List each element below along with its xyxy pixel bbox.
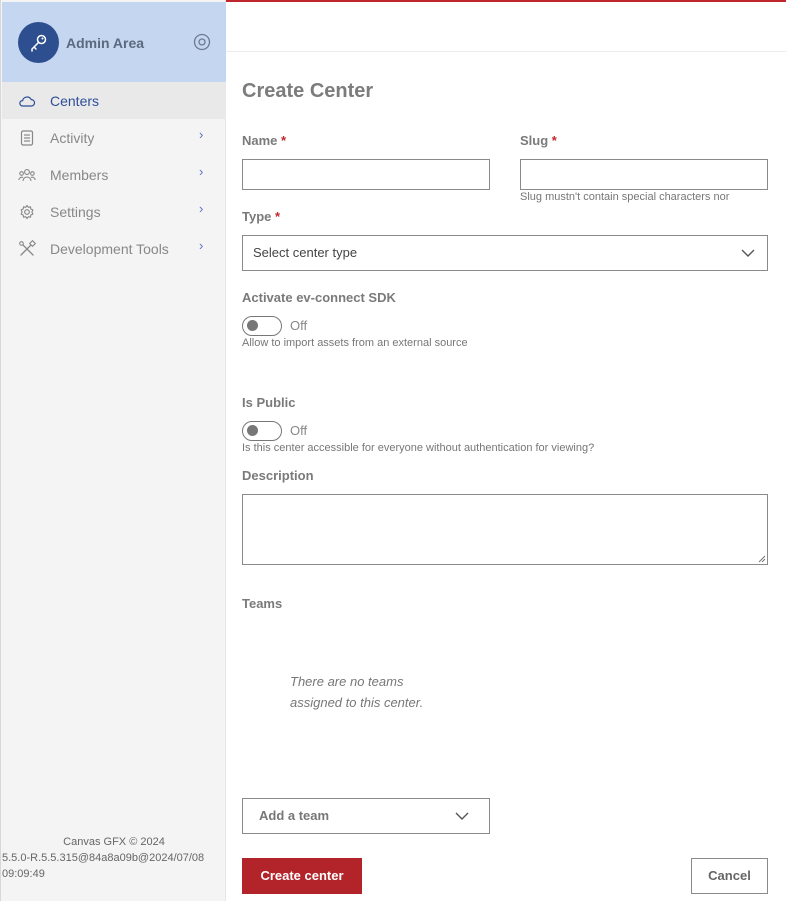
avatar[interactable] bbox=[18, 22, 59, 63]
teams-empty-line: assigned to this center. bbox=[290, 695, 424, 710]
chevron-right-icon: › bbox=[199, 238, 204, 253]
tools-icon bbox=[19, 240, 36, 256]
type-select[interactable]: Select center type bbox=[242, 235, 768, 271]
chevron-right-icon: › bbox=[199, 201, 204, 216]
type-select-value: Select center type bbox=[253, 245, 358, 260]
sidebar-item-label: Centers bbox=[50, 93, 100, 109]
top-bar bbox=[226, 2, 786, 52]
cancel-button[interactable]: Cancel bbox=[691, 858, 768, 894]
type-label-text: Type bbox=[242, 209, 272, 224]
slug-input[interactable] bbox=[520, 159, 768, 190]
sidebar-item-settings[interactable]: Settings › bbox=[2, 193, 226, 230]
chevron-right-icon: › bbox=[199, 164, 204, 179]
add-team-placeholder: Add a team bbox=[259, 808, 330, 823]
sdk-toggle-state: Off bbox=[290, 318, 308, 333]
type-label: Type * bbox=[242, 209, 280, 224]
sidebar-item-members[interactable]: Members › bbox=[2, 156, 226, 193]
teams-empty-message: There are no teams assigned to this cent… bbox=[290, 671, 423, 713]
teams-label: Teams bbox=[242, 596, 283, 611]
sdk-label: Activate ev-connect SDK bbox=[242, 290, 396, 305]
target-circle-icon[interactable] bbox=[193, 33, 211, 51]
public-hint: Is this center accessible for everyone w… bbox=[242, 442, 595, 454]
page-title: Create Center bbox=[242, 80, 374, 102]
version-footer: Canvas GFX © 2024 5.5.0-R.5.5.315@84a8a0… bbox=[1, 834, 227, 882]
name-input[interactable] bbox=[242, 159, 490, 190]
description-label: Description bbox=[242, 468, 314, 483]
sdk-toggle[interactable] bbox=[242, 316, 282, 336]
sidebar-item-activity[interactable]: Activity › bbox=[2, 119, 226, 156]
required-mark: * bbox=[551, 133, 557, 148]
sidebar-item-label: Activity bbox=[50, 130, 95, 146]
version-text: 5.5.0-R.5.5.315@84a8a09b@2024/07/08 bbox=[2, 852, 205, 864]
chevron-down-icon bbox=[455, 812, 469, 820]
sidebar: Admin Area Centers Activity › Members › … bbox=[0, 0, 226, 901]
slug-label-text: Slug bbox=[520, 133, 549, 148]
log-icon bbox=[20, 130, 34, 146]
public-toggle[interactable] bbox=[242, 421, 282, 441]
users-icon bbox=[18, 169, 36, 182]
sidebar-nav: Centers Activity › Members › Settings › … bbox=[2, 82, 226, 267]
sidebar-item-label: Members bbox=[50, 167, 109, 183]
toggle-knob bbox=[247, 425, 258, 436]
sidebar-item-label: Development Tools bbox=[50, 241, 169, 257]
sdk-hint: Allow to import assets from an external … bbox=[242, 337, 468, 349]
required-mark: * bbox=[275, 209, 281, 224]
slug-label: Slug * bbox=[520, 133, 557, 148]
required-mark: * bbox=[281, 133, 287, 148]
sidebar-header: Admin Area bbox=[2, 2, 226, 82]
name-label-text: Name bbox=[242, 133, 278, 148]
gear-icon bbox=[20, 204, 34, 220]
toggle-knob bbox=[247, 320, 258, 331]
chevron-right-icon: › bbox=[199, 127, 204, 142]
description-textarea[interactable] bbox=[242, 494, 768, 565]
slug-hint: Slug mustn't contain special characters … bbox=[520, 191, 730, 203]
resize-grip-icon[interactable] bbox=[758, 555, 766, 563]
sidebar-item-label: Settings bbox=[50, 204, 101, 220]
copyright-text: Canvas GFX © 2024 bbox=[63, 836, 165, 848]
add-team-select[interactable]: Add a team bbox=[242, 798, 490, 834]
build-time-text: 09:09:49 bbox=[2, 868, 45, 880]
sidebar-item-development-tools[interactable]: Development Tools › bbox=[2, 230, 226, 267]
public-label: Is Public bbox=[242, 395, 296, 410]
chevron-down-icon bbox=[741, 249, 755, 257]
public-toggle-state: Off bbox=[290, 423, 308, 438]
cloud-icon bbox=[19, 96, 36, 107]
app-title: Admin Area bbox=[66, 35, 145, 51]
teams-empty-line: There are no teams bbox=[290, 674, 404, 689]
name-label: Name * bbox=[242, 133, 286, 148]
sidebar-item-centers[interactable]: Centers bbox=[2, 82, 226, 119]
create-center-button[interactable]: Create center bbox=[242, 858, 362, 894]
key-icon bbox=[31, 34, 47, 52]
